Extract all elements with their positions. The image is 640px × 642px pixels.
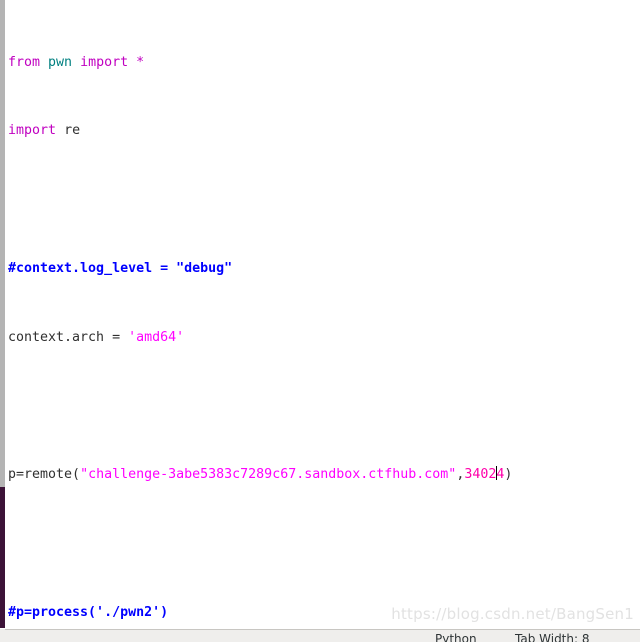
csdn-blog-watermark: https://blog.csdn.net/BangSen1 — [391, 605, 634, 623]
code-line-3[interactable] — [8, 191, 640, 208]
code-editor-surface[interactable]: from pwn import * import re #context.log… — [5, 0, 640, 628]
statusbar: Python Tab Width: 8 — [5, 629, 640, 642]
statusbar-language[interactable]: Python — [435, 632, 477, 642]
statusbar-tab-width[interactable]: Tab Width: 8 — [515, 632, 589, 642]
paren-close: ) — [504, 467, 513, 483]
code-line-4[interactable]: #context.log_level = "debug" — [8, 260, 640, 277]
string-amd64: 'amd64' — [128, 329, 185, 345]
gedit-window: from pwn import * import re #context.log… — [0, 0, 640, 642]
star-glob: * — [136, 54, 145, 70]
keyword-import: import — [80, 54, 129, 70]
code-line-2[interactable]: import re — [8, 122, 640, 139]
comment-process: #p=process('./pwn2') — [8, 604, 169, 620]
context-arch-assign: context.arch = — [8, 329, 129, 345]
code-line-7[interactable]: p=remote("challenge-3abe5383c7289c67.san… — [8, 466, 640, 483]
keyword-from: from — [8, 54, 41, 70]
code-line-6[interactable] — [8, 398, 640, 415]
code-text[interactable]: from pwn import * import re #context.log… — [5, 0, 640, 628]
module-re: re — [64, 123, 81, 139]
string-host: "challenge-3abe5383c7289c67.sandbox.ctfh… — [80, 467, 457, 483]
code-line-1[interactable]: from pwn import * — [8, 54, 640, 71]
port-number-before-caret: 3402 — [464, 467, 497, 483]
remote-call-prefix: p=remote( — [8, 467, 81, 483]
code-line-5[interactable]: context.arch = 'amd64' — [8, 329, 640, 346]
module-pwn: pwn — [48, 54, 73, 70]
code-line-8[interactable] — [8, 535, 640, 552]
comment-log-level: #context.log_level = "debug" — [8, 261, 233, 276]
keyword-import: import — [8, 123, 57, 139]
